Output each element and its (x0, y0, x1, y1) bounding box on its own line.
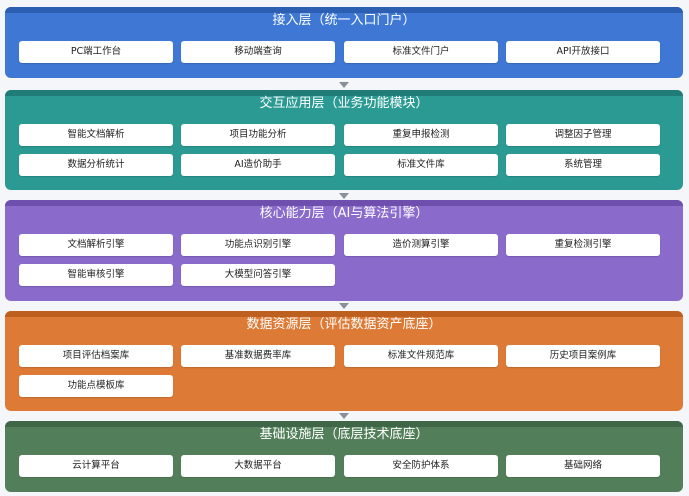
layer-title: 基础设施层（底层技术底座） (259, 427, 429, 442)
node-basic-network: 基础网络 (506, 455, 660, 477)
node-project-archive: 项目评估档案库 (19, 345, 173, 367)
layer-title: 接入层（统一入口门户） (272, 13, 416, 28)
node-open-api: API开放接口 (506, 41, 660, 63)
down-arrow-icon (339, 303, 349, 309)
node-llm-qa-engine: 大模型问答引擎 (181, 264, 335, 286)
node-standards-library: 标准文件规范库 (344, 345, 498, 367)
node-benchmark-rates: 基准数据费率库 (181, 345, 335, 367)
layer-access: 接入层（统一入口门户） PC端工作台 移动端查询 标准文件门户 API开放接口 (5, 7, 683, 78)
node-standard-library: 标准文件库 (344, 154, 498, 176)
layer-title: 核心能力层（AI与算法引擎） (259, 206, 429, 221)
layer-core-capability: 核心能力层（AI与算法引擎） 文档解析引擎 功能点识别引擎 造价测算引擎 重复检… (5, 200, 683, 301)
node-duplicate-detection: 重复申报检测 (344, 124, 498, 146)
node-historical-cases: 历史项目案例库 (506, 345, 660, 367)
layer-title: 交互应用层（业务功能模块） (259, 96, 429, 111)
node-standard-portal: 标准文件门户 (344, 41, 498, 63)
architecture-diagram: 接入层（统一入口门户） PC端工作台 移动端查询 标准文件门户 API开放接口 … (0, 0, 689, 496)
node-data-statistics: 数据分析统计 (19, 154, 173, 176)
node-cost-engine: 造价测算引擎 (344, 234, 498, 256)
node-doc-parsing: 智能文档解析 (19, 124, 173, 146)
node-function-point-engine: 功能点识别引擎 (181, 234, 335, 256)
down-arrow-icon (339, 82, 349, 88)
down-arrow-icon (339, 193, 349, 199)
layer-infrastructure: 基础设施层（底层技术底座） 云计算平台 大数据平台 安全防护体系 基础网络 (5, 421, 683, 492)
node-security-system: 安全防护体系 (344, 455, 498, 477)
node-function-analysis: 项目功能分析 (181, 124, 335, 146)
node-system-management: 系统管理 (506, 154, 660, 176)
node-big-data-platform: 大数据平台 (181, 455, 335, 477)
layer-data-resource: 数据资源层（评估数据资产底座） 项目评估档案库 基准数据费率库 标准文件规范库 … (5, 311, 683, 411)
node-mobile-query: 移动端查询 (181, 41, 335, 63)
node-audit-engine: 智能审核引擎 (19, 264, 173, 286)
layer-title: 数据资源层（评估数据资产底座） (246, 317, 442, 332)
node-pc-workbench: PC端工作台 (19, 41, 173, 63)
node-factor-management: 调整因子管理 (506, 124, 660, 146)
down-arrow-icon (339, 413, 349, 419)
node-ai-cost-assistant: AI造价助手 (181, 154, 335, 176)
node-doc-parse-engine: 文档解析引擎 (19, 234, 173, 256)
layer-application: 交互应用层（业务功能模块） 智能文档解析 项目功能分析 重复申报检测 调整因子管… (5, 90, 683, 190)
node-cloud-platform: 云计算平台 (19, 455, 173, 477)
node-duplicate-engine: 重复检测引擎 (506, 234, 660, 256)
node-function-templates: 功能点模板库 (19, 375, 173, 397)
